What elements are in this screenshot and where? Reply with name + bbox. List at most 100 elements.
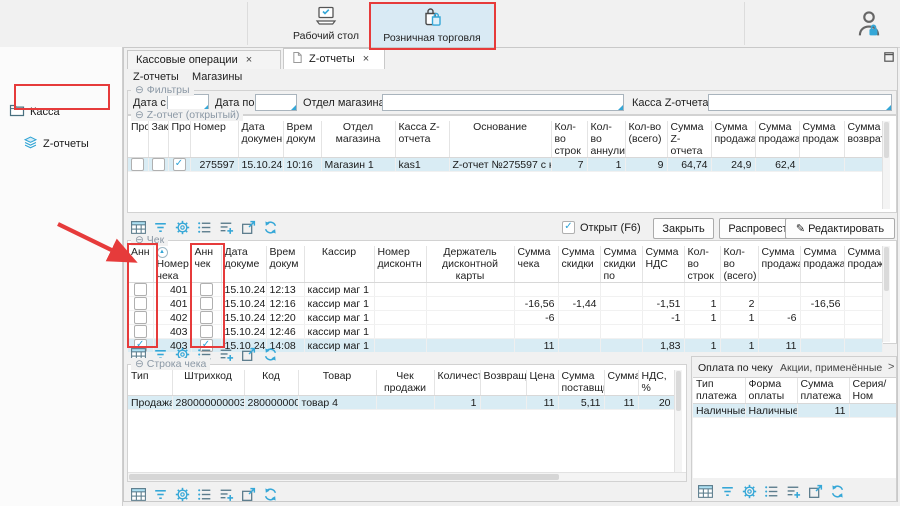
settings-icon[interactable] [174, 219, 191, 236]
checkbox[interactable]: ✓ [562, 221, 575, 234]
column-header[interactable]: Сумма продажа [758, 246, 800, 283]
column-header[interactable]: Количестве [434, 370, 480, 396]
table-grid-icon[interactable] [130, 486, 147, 503]
row-list-icon[interactable] [763, 483, 780, 500]
payment-tab[interactable]: Оплата по чеку [698, 362, 773, 374]
table-row[interactable]: 40115.10.2412:16кассир маг 1-16,56-1,44-… [128, 297, 882, 311]
column-header[interactable]: Сумма продажа [755, 121, 799, 158]
collapse-icon[interactable]: ⊖ [135, 84, 144, 96]
add-row-icon[interactable] [218, 346, 235, 363]
column-header[interactable]: Про [128, 121, 148, 158]
open-filter-checkbox[interactable]: ✓ Открыт (F6) [562, 221, 641, 234]
checkbox[interactable] [152, 158, 165, 171]
column-header[interactable]: Тип [128, 370, 172, 396]
column-header[interactable]: Сумма НДС [642, 246, 684, 283]
table-row[interactable]: 40215.10.2412:20кассир маг 1-6-111-6 [128, 311, 882, 325]
column-header[interactable]: Сумма скидки по [600, 246, 642, 283]
open-window-icon[interactable] [240, 486, 257, 503]
open-window-icon[interactable] [807, 483, 824, 500]
z-cash-input[interactable] [708, 94, 892, 111]
column-header[interactable]: Код [244, 370, 298, 396]
refresh-icon[interactable] [829, 483, 846, 500]
refresh-icon[interactable] [262, 486, 279, 503]
collapse-icon[interactable]: ⊖ [135, 358, 144, 370]
add-row-icon[interactable] [218, 219, 235, 236]
person-lock-icon[interactable] [852, 8, 886, 43]
table-row[interactable]: 40315.10.2412:46кассир маг 1 [128, 325, 882, 339]
row-list-icon[interactable] [196, 219, 213, 236]
column-header[interactable]: НДС, % [638, 370, 674, 396]
open-window-icon[interactable] [240, 219, 257, 236]
edit-button[interactable]: ✎ Редактировать [785, 218, 895, 239]
column-header[interactable]: Серия/Ном [849, 378, 896, 404]
column-header[interactable]: Цена [526, 370, 558, 396]
chevron-right-icon[interactable]: > [888, 361, 894, 373]
column-header[interactable]: Номер дисконтн [374, 246, 426, 283]
table-grid-icon[interactable] [697, 483, 714, 500]
check-vertical-scrollbar[interactable] [882, 246, 890, 342]
column-header[interactable]: Кассир [304, 246, 374, 283]
column-header[interactable]: Тип платежа [693, 378, 745, 404]
filter-icon[interactable] [152, 486, 169, 503]
column-header[interactable]: Сумма возврата [844, 121, 882, 158]
column-header[interactable]: Про [168, 121, 190, 158]
column-header[interactable]: Номер [190, 121, 238, 158]
subtab-stores[interactable]: Магазины [192, 71, 242, 86]
column-header[interactable]: Зак [148, 121, 168, 158]
column-header[interactable]: Врем докум [266, 246, 304, 283]
column-header[interactable]: Сумма поставщик [558, 370, 604, 396]
line-vertical-scrollbar[interactable] [674, 370, 682, 473]
column-header[interactable]: Сумма скидки [558, 246, 600, 283]
column-header[interactable]: ▲Номер чека [153, 246, 191, 283]
zreport-vertical-scrollbar[interactable] [882, 121, 890, 209]
open-window-icon[interactable] [240, 346, 257, 363]
date-to-input[interactable] [255, 94, 297, 111]
column-header[interactable]: Возвращен [480, 370, 526, 396]
close-document-button[interactable]: Закрыть [653, 218, 714, 239]
desktop-section-button[interactable]: Рабочий стол [286, 3, 366, 45]
column-header[interactable]: Отдел магазина [321, 121, 395, 158]
tab-zreports[interactable]: Z-отчеты × [283, 48, 385, 69]
add-row-icon[interactable] [218, 486, 235, 503]
filter-icon[interactable] [719, 483, 736, 500]
column-header[interactable]: Держатель дисконтной карты [426, 246, 514, 283]
column-header[interactable]: Штрихкод [172, 370, 244, 396]
maximize-icon[interactable] [884, 52, 894, 65]
sidebar-item-zreports[interactable]: Z-отчеты [23, 135, 89, 153]
column-header[interactable]: Чек продажи [376, 370, 434, 396]
column-header[interactable]: Сумма чека [514, 246, 558, 283]
collapse-icon[interactable]: ⊖ [135, 109, 144, 121]
column-header[interactable]: Кол-во строк [684, 246, 720, 283]
close-icon[interactable]: × [363, 53, 369, 65]
table-row[interactable]: ✓27559715.10.2410:16Магазин 1kas1Z-отчет… [128, 158, 882, 172]
column-header[interactable]: Дата докумен [238, 121, 283, 158]
checkbox[interactable] [131, 158, 144, 171]
table-row[interactable]: НаличныеНаличные11 [693, 404, 896, 418]
column-header[interactable]: Основание [449, 121, 551, 158]
column-header[interactable]: Кол-во аннулирс [587, 121, 625, 158]
line-horizontal-scrollbar[interactable] [128, 472, 686, 481]
column-header[interactable]: Форма оплаты [745, 378, 797, 404]
add-row-icon[interactable] [785, 483, 802, 500]
refresh-icon[interactable] [262, 346, 279, 363]
settings-icon[interactable] [741, 483, 758, 500]
column-header[interactable]: Сумма продаж [799, 121, 844, 158]
column-header[interactable]: Касса Z- отчета [395, 121, 449, 158]
column-header[interactable]: Дата докуме [221, 246, 266, 283]
column-header[interactable]: Сумма продаж [844, 246, 882, 283]
column-header[interactable]: Товар [298, 370, 376, 396]
column-header[interactable]: Кол-во (всего) [720, 246, 758, 283]
tab-cash-operations[interactable]: Кассовые операции × [127, 50, 281, 69]
table-row[interactable]: 40115.10.2412:13кассир маг 1 [128, 283, 882, 297]
column-header[interactable]: Сумма платежа [797, 378, 849, 404]
column-header[interactable]: Сумма [604, 370, 638, 396]
column-header[interactable]: Сумма продажа [711, 121, 755, 158]
column-header[interactable]: Сумма Z- отчета [667, 121, 711, 158]
settings-icon[interactable] [174, 486, 191, 503]
sort-ascending-icon[interactable]: ▲ [157, 247, 168, 258]
table-row[interactable]: Продажа2800000000035280000000...товар 41… [128, 396, 674, 410]
column-header[interactable]: Кол-во строк [551, 121, 587, 158]
column-header[interactable]: Кол-во (всего) [625, 121, 667, 158]
column-header[interactable]: Сумма продажа [800, 246, 844, 283]
close-icon[interactable]: × [246, 54, 252, 66]
